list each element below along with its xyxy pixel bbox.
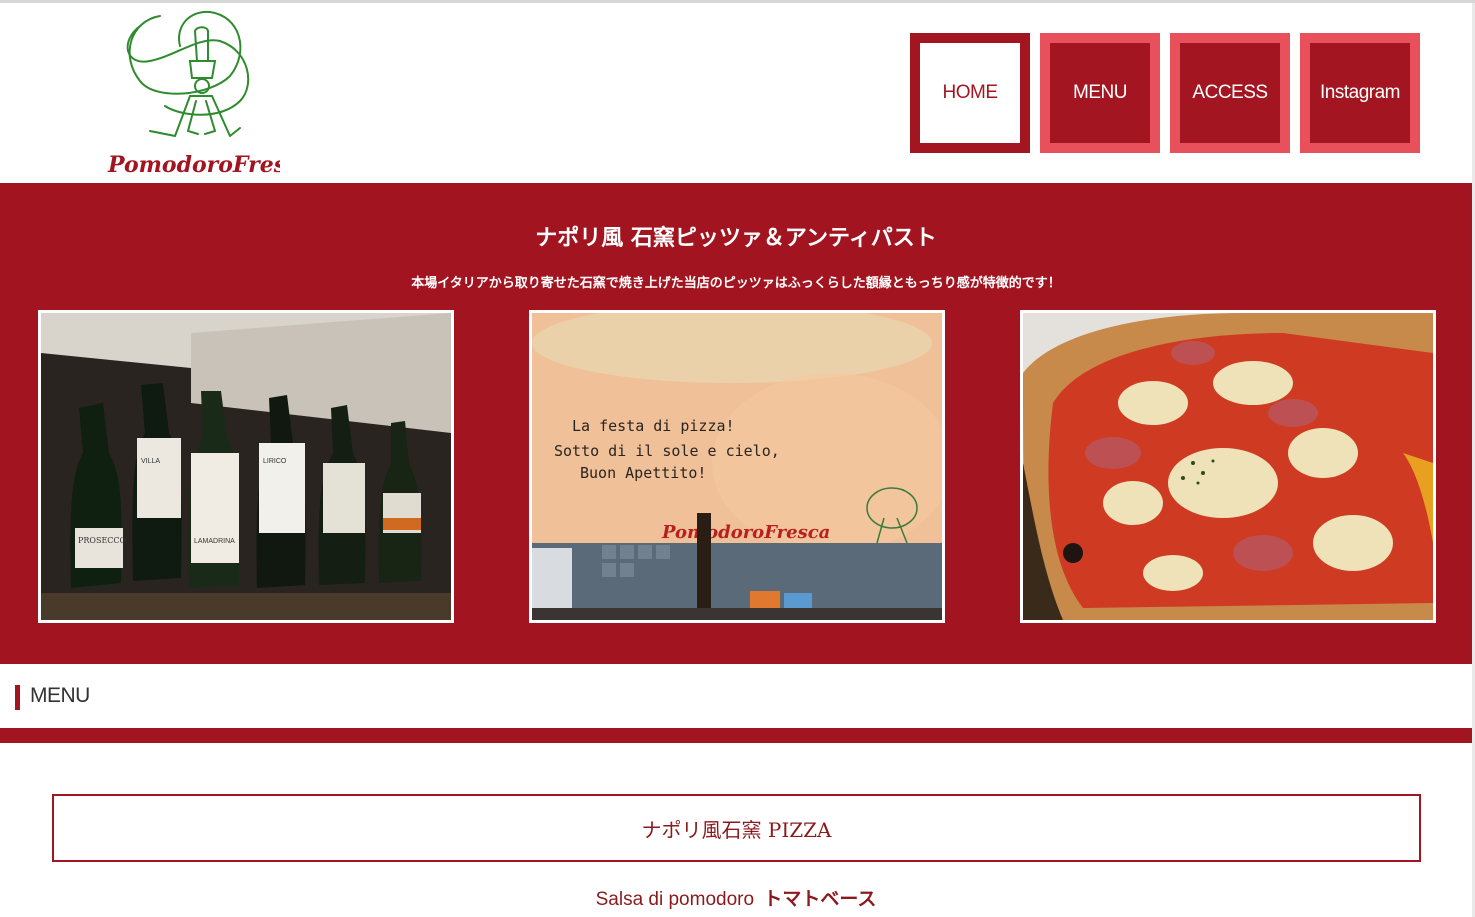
wall-text-line1: La festa di pizza! — [572, 417, 735, 435]
pizza-photo — [1020, 310, 1436, 623]
pizza-section-title: ナポリ風石窯 PIZZA — [641, 817, 832, 842]
subheading-italian: Salsa di pomodoro — [595, 889, 755, 910]
pizza-section-header: ナポリ風石窯 PIZZA — [52, 794, 1421, 862]
bottle-label-villa: VILLA — [141, 458, 160, 465]
tomato-base-subheading: Salsa di pomodoro トマトベース — [0, 884, 1472, 911]
hero-banner: ナポリ風 石窯ピッツァ＆アンティパスト 本場イタリアから取り寄せた石窯で焼き上げ… — [0, 183, 1472, 664]
menu-heading-strip: MENU — [0, 664, 1472, 728]
menu-heading: MENU — [30, 684, 90, 707]
hero-subtitle: 本場イタリアから取り寄せた石窯で焼き上げた当店のピッツァはふっくらした額縁ともっ… — [411, 276, 1061, 291]
pomodoro-fresca-logo[interactable]: PomodoroFresca — [100, 6, 314, 181]
logo-wordmark: PomodoroFresca — [107, 152, 280, 178]
nav-home-button[interactable]: HOME — [910, 33, 1030, 153]
menu-heading-marker — [15, 685, 20, 710]
nav-instagram-label: Instagram — [1310, 43, 1410, 143]
wall-logo-text: PomodoroFresca — [661, 522, 830, 543]
wall-text-line3: Buon Apettito! — [580, 464, 706, 482]
site-header: PomodoroFresca HOME MENU ACCESS Instagra… — [0, 3, 1472, 183]
subheading-japanese: トマトベース — [763, 888, 877, 910]
restaurant-wall-photo: La festa di pizza! Sotto di il sole e ci… — [529, 310, 945, 623]
nav-instagram-button[interactable]: Instagram — [1300, 33, 1420, 153]
nav-access-label: ACCESS — [1180, 43, 1280, 143]
bottle-label-prosecco: PROSECCO — [78, 536, 127, 545]
bottle-label-lamadrina: LAMADRINA — [194, 538, 235, 545]
bottle-label-lirico: LIRICO — [263, 458, 287, 465]
nav-home-label: HOME — [920, 43, 1020, 143]
wine-bottles-photo: PROSECCO VILLA LAMADRINA LIRICO — [38, 310, 454, 623]
nav-access-button[interactable]: ACCESS — [1170, 33, 1290, 153]
nav-menu-button[interactable]: MENU — [1040, 33, 1160, 153]
hero-title: ナポリ風 石窯ピッツァ＆アンティパスト — [535, 225, 937, 251]
nav-menu-label: MENU — [1050, 43, 1150, 143]
menu-divider-band — [0, 728, 1472, 743]
logo-chef-drawing: PomodoroFresca — [107, 10, 314, 178]
wall-text-line2: Sotto di il sole e cielo, — [554, 442, 780, 460]
main-nav: HOME MENU ACCESS Instagram — [910, 33, 1420, 153]
